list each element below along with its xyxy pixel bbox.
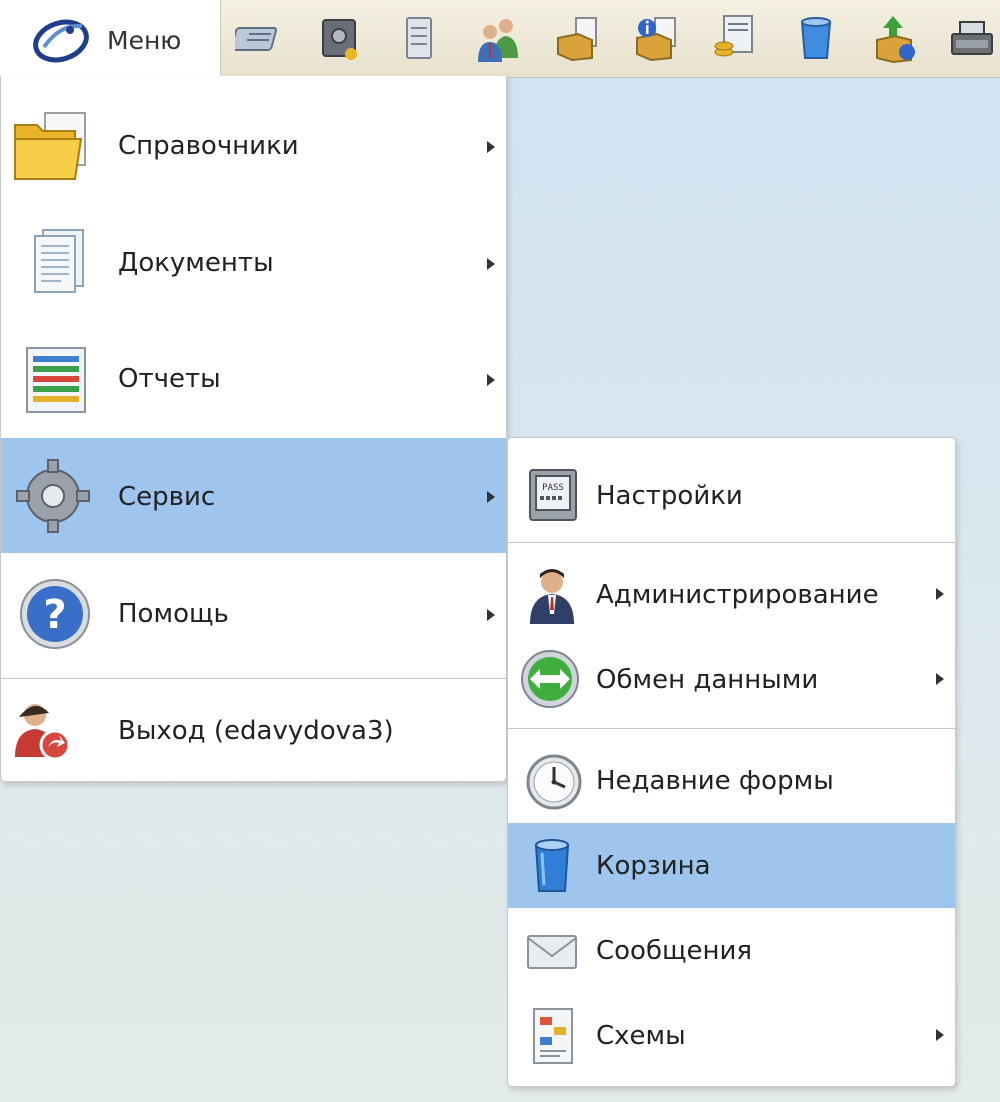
app-logo-icon [33,19,89,63]
submenu-item-label: Обмен данными [596,665,819,695]
admin-user-icon [520,564,584,626]
recycle-bin-icon[interactable] [786,8,846,68]
menu-item-service[interactable]: Сервис [1,438,506,553]
report-icon [11,342,95,418]
submenu-item-label: Сообщения [596,936,753,966]
logout-icon [11,695,95,771]
menu-item-label: Сервис [118,482,216,512]
safe-icon[interactable] [309,8,369,68]
package-info-icon[interactable] [627,8,687,68]
users-icon[interactable] [468,8,528,68]
submenu-item-trash[interactable]: Корзина [508,823,955,908]
data-exchange-icon [520,649,584,711]
menu-item-label: Выход (edavydova3) [118,716,394,746]
submenu-arrow-icon [936,673,944,685]
submenu-item-data-exchange[interactable]: Обмен данными [508,637,955,722]
submenu-arrow-icon [936,588,944,600]
menu-separator [508,728,955,729]
menu-item-label: Документы [118,248,274,278]
coins-document-icon[interactable] [706,8,766,68]
submenu-item-label: Настройки [596,481,743,511]
schema-icon [520,1005,584,1067]
submenu-arrow-icon [487,258,495,270]
menu-button[interactable]: Меню [0,0,221,78]
submenu-arrow-icon [487,609,495,621]
submenu-item-messages[interactable]: Сообщения [508,908,955,993]
submenu-item-recent-forms[interactable]: Недавние формы [508,738,955,823]
menu-item-logout[interactable]: Выход (edavydova3) [1,679,506,779]
service-submenu: PASS Настройки Администрирование Обмен д… [507,437,956,1087]
help-icon: ? [11,576,95,652]
menu-item-documents[interactable]: Документы [1,206,506,321]
box-upload-icon[interactable] [865,8,925,68]
menu-item-label: Помощь [118,599,229,629]
submenu-item-label: Недавние формы [596,766,834,796]
submenu-item-label: Администрирование [596,580,879,610]
submenu-item-label: Корзина [596,851,711,881]
submenu-arrow-icon [487,374,495,386]
menu-item-reports[interactable]: Отчеты [1,322,506,437]
menu-item-help[interactable]: ? Помощь [1,556,506,671]
menu-item-directories[interactable]: Справочники [1,89,506,204]
trash-icon [520,835,584,897]
menu-label: Меню [107,26,182,55]
submenu-item-settings[interactable]: PASS Настройки [508,452,955,542]
menu-item-label: Отчеты [118,364,221,394]
gear-icon [11,458,95,534]
submenu-item-label: Схемы [596,1021,686,1051]
menu-item-label: Справочники [118,131,299,161]
menu-separator [508,542,955,543]
calculator-icon[interactable] [389,8,449,68]
submenu-arrow-icon [487,141,495,153]
svg-text:PASS: PASS [542,483,564,493]
main-menu: Справочники Документы Отчеты Сервис ? По… [0,76,507,782]
toolbar: Меню [0,0,1000,78]
folder-icon [11,109,95,185]
submenu-arrow-icon [936,1029,944,1041]
documents-icon [11,226,95,302]
settings-panel-icon: PASS [520,464,584,526]
package-document-icon[interactable] [548,8,608,68]
submenu-item-schemas[interactable]: Схемы [508,993,955,1078]
submenu-arrow-icon [487,491,495,503]
clock-icon [520,750,584,812]
envelope-icon [520,920,584,982]
cash-register-icon[interactable] [942,8,1000,68]
svg-text:?: ? [43,592,66,638]
address-book-icon[interactable] [231,8,291,68]
submenu-item-administration[interactable]: Администрирование [508,552,955,637]
